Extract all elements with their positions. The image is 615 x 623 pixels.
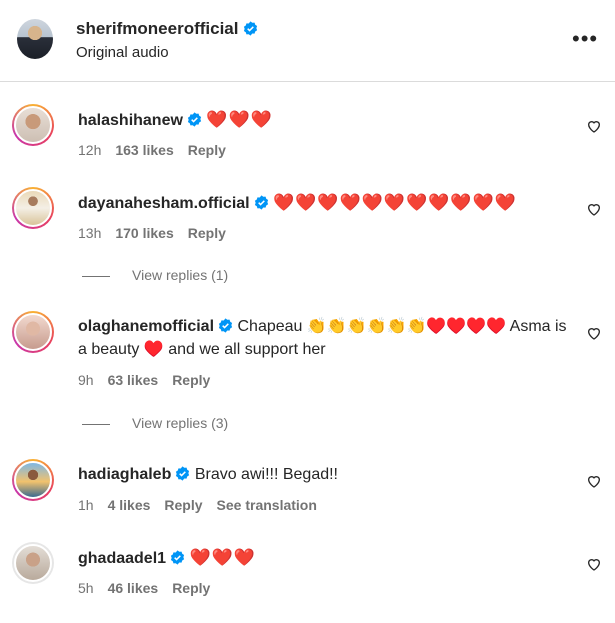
audio-label[interactable]: Original audio	[76, 44, 169, 61]
avatar[interactable]	[12, 104, 54, 146]
comment-username[interactable]: ghadaadel1	[78, 550, 166, 567]
post-author-avatar[interactable]	[17, 19, 53, 59]
verified-badge-icon	[187, 112, 202, 127]
verified-badge-icon	[218, 318, 233, 333]
comment-text-row: dayanahesham.official ❤️❤️❤️❤️❤️❤️❤️❤️❤️…	[78, 191, 517, 215]
reply-button[interactable]: Reply	[188, 142, 226, 158]
comment-likes[interactable]: 63 likes	[108, 372, 159, 388]
avatar[interactable]	[12, 311, 54, 353]
reply-button[interactable]: Reply	[188, 225, 226, 241]
replies-divider	[82, 423, 110, 425]
heart-outline-icon[interactable]	[586, 118, 602, 134]
reply-button[interactable]: Reply	[172, 372, 210, 388]
comment-body: ❤️❤️❤️❤️❤️❤️❤️❤️❤️❤️❤️	[273, 193, 517, 212]
comment-body: Chapeau 👏👏👏👏👏👏♥️♥️♥️♥️ Asma is	[237, 318, 567, 335]
comment-text-row: hadiaghaleb Bravo awi!!! Begad!!	[78, 463, 338, 486]
replies-divider	[82, 275, 110, 277]
avatar[interactable]	[12, 459, 54, 501]
comment-username[interactable]: olaghanemofficial	[78, 318, 214, 335]
reply-button[interactable]: Reply	[172, 580, 210, 596]
view-replies-label[interactable]: View replies (3)	[132, 415, 228, 431]
comment-body: ❤️❤️❤️	[189, 548, 256, 567]
comment-meta: 12h 163 likes Reply	[78, 142, 240, 158]
comment-text-row: ghadaadel1 ❤️❤️❤️	[78, 546, 256, 570]
reply-button[interactable]: Reply	[164, 497, 202, 513]
comment-likes[interactable]: 170 likes	[115, 225, 173, 241]
comment-time[interactable]: 13h	[78, 225, 101, 241]
comment-username[interactable]: hadiaghaleb	[78, 466, 171, 483]
heart-outline-icon[interactable]	[586, 473, 602, 489]
comment-meta: 5h 46 likes Reply	[78, 580, 224, 596]
more-options-icon[interactable]: •••	[572, 28, 598, 50]
comment-time[interactable]: 9h	[78, 372, 94, 388]
comment-time[interactable]: 12h	[78, 142, 101, 158]
comment-likes[interactable]: 163 likes	[115, 142, 173, 158]
comment-text-row: halashihanew ❤️❤️❤️	[78, 108, 273, 132]
post-author-row: sherifmoneerofficial	[76, 19, 258, 39]
heart-outline-icon[interactable]	[586, 556, 602, 572]
verified-badge-icon	[176, 466, 190, 481]
view-replies-button[interactable]: View replies (1)	[82, 267, 228, 283]
comment-likes[interactable]: 4 likes	[108, 497, 151, 513]
post-author-username[interactable]: sherifmoneerofficial	[76, 19, 239, 38]
verified-badge-icon	[243, 21, 257, 36]
comment-username[interactable]: dayanahesham.official	[78, 195, 250, 212]
comment-meta: 13h 170 likes Reply	[78, 225, 240, 241]
comment-body: ❤️❤️❤️	[206, 110, 273, 129]
view-replies-label[interactable]: View replies (1)	[132, 267, 228, 283]
comment-likes[interactable]: 46 likes	[108, 580, 159, 596]
comment-meta: 1h 4 likes Reply See translation	[78, 497, 331, 513]
heart-outline-icon[interactable]	[586, 201, 602, 217]
comment-time[interactable]: 5h	[78, 580, 94, 596]
avatar[interactable]	[12, 542, 54, 584]
heart-outline-icon[interactable]	[586, 325, 602, 341]
verified-badge-icon	[254, 195, 268, 210]
comment-body-continued: a beauty ♥️ and we all support her	[78, 341, 326, 358]
view-replies-button[interactable]: View replies (3)	[82, 415, 228, 431]
verified-badge-icon	[170, 550, 185, 565]
see-translation-link[interactable]: See translation	[217, 497, 317, 513]
comment-username[interactable]: halashihanew	[78, 112, 183, 129]
avatar[interactable]	[12, 187, 54, 229]
comment-text-row: olaghanemofficial Chapeau 👏👏👏👏👏👏♥️♥️♥️♥️…	[78, 315, 578, 361]
comment-body: Bravo awi!!! Begad!!	[194, 466, 338, 483]
post-header: sherifmoneerofficial Original audio •••	[0, 0, 615, 82]
comment-meta: 9h 63 likes Reply	[78, 372, 224, 388]
comment-time[interactable]: 1h	[78, 497, 94, 513]
